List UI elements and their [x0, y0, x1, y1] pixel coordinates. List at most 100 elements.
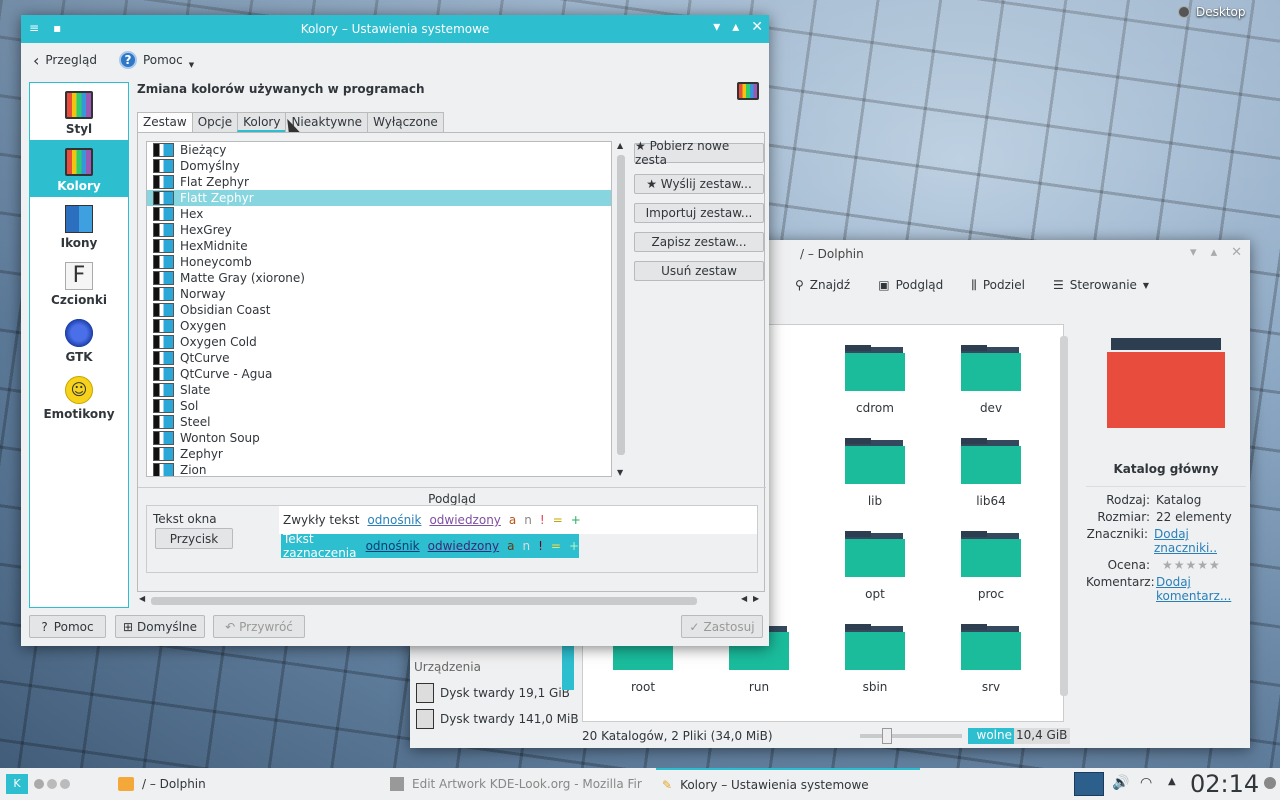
device-item[interactable]: Dysk twardy 141,0 MiB	[410, 706, 580, 732]
preview-button[interactable]: Przycisk	[155, 528, 233, 549]
scheme-list-item[interactable]: Zion	[147, 462, 611, 476]
scheme-list-item[interactable]: Wonton Soup	[147, 430, 611, 446]
scheme-list-item[interactable]: HexGrey	[147, 222, 611, 238]
sidebar-item-icons[interactable]: Ikony	[30, 197, 128, 254]
preview-button[interactable]: ▣ Podgląd	[878, 278, 943, 292]
scheme-list-item[interactable]: Steel	[147, 414, 611, 430]
device-item[interactable]: Dysk twardy 19,1 GiB	[410, 680, 580, 706]
task-dolphin[interactable]: / – Dolphin	[118, 768, 206, 800]
sidebar-item-gtk[interactable]: GTK	[30, 311, 128, 368]
sidebar-item-fonts[interactable]: F Czcionki	[30, 254, 128, 311]
maximize-icon[interactable]: ▴	[1211, 245, 1218, 260]
scheme-list[interactable]: Bieżący Domyślny Flat Zephyr Flatt Zephyr He…	[146, 141, 612, 477]
get-new-schemes-button[interactable]: ★ Pobierz nowe zesta	[634, 139, 764, 167]
folder-icon[interactable]	[845, 438, 905, 484]
remove-scheme-button[interactable]: Usuń zestaw	[634, 261, 764, 281]
overview-button[interactable]: ‹ Przegląd	[33, 51, 97, 70]
help-menu-button[interactable]: ? Pomoc ▼	[118, 51, 194, 69]
folder-name[interactable]: run	[709, 680, 809, 694]
folder-name[interactable]: root	[593, 680, 693, 694]
clock[interactable]: 02:14	[1190, 770, 1259, 798]
defaults-button[interactable]: ⊞ Domyślne	[115, 615, 205, 638]
pager[interactable]	[34, 779, 70, 789]
reset-button[interactable]: ↶ Przywróć	[213, 615, 305, 638]
scheme-list-item[interactable]: QtCurve - Agua	[147, 366, 611, 382]
folder-icon[interactable]	[961, 345, 1021, 391]
desktop-label[interactable]: Desktop	[1178, 5, 1246, 19]
folder-icon[interactable]	[845, 345, 905, 391]
show-desktop-icon[interactable]	[1074, 772, 1104, 796]
scroll-left-icon[interactable]: ◀	[741, 594, 747, 603]
h-scrollbar-thumb[interactable]	[151, 597, 697, 605]
scheme-list-item[interactable]: Obsidian Coast	[147, 302, 611, 318]
help-button[interactable]: ? Pomoc	[29, 615, 106, 638]
folder-name[interactable]: srv	[941, 680, 1041, 694]
scheme-list-item[interactable]: Norway	[147, 286, 611, 302]
split-button[interactable]: ⫼ Podziel	[971, 278, 1025, 293]
save-scheme-button[interactable]: Zapisz zestaw...	[634, 232, 764, 252]
zoom-slider[interactable]	[860, 728, 962, 744]
folder-name[interactable]: sbin	[825, 680, 925, 694]
folder-icon[interactable]	[845, 531, 905, 577]
scheme-list-item[interactable]: Honeycomb	[147, 254, 611, 270]
scheme-list-item[interactable]: Flatt Zephyr	[147, 190, 611, 206]
folder-icon[interactable]	[961, 624, 1021, 670]
scheme-list-item[interactable]: Hex	[147, 206, 611, 222]
control-button[interactable]: ☰ Sterowanie ▼	[1053, 278, 1149, 292]
preview-visited[interactable]: odwiedzony	[429, 513, 500, 527]
sidebar-item-colors[interactable]: Kolory	[30, 140, 128, 197]
task-settings[interactable]: ✎ Kolory – Ustawienia systemowe	[656, 768, 920, 800]
volume-icon[interactable]: 🔊	[1112, 775, 1129, 791]
folder-name[interactable]: dev	[941, 401, 1041, 415]
window-menu-icon[interactable]: ≡	[29, 21, 39, 35]
rating-stars[interactable]: ★★★★★	[1162, 558, 1221, 572]
folder-name[interactable]: proc	[941, 587, 1041, 601]
application-launcher-icon[interactable]: K	[6, 774, 28, 794]
tab-options[interactable]: Opcje	[191, 112, 239, 132]
preview-link[interactable]: odnośnik	[367, 513, 421, 527]
minimize-icon[interactable]: ▾	[713, 19, 720, 35]
sidebar-item-style[interactable]: Styl	[30, 83, 128, 140]
find-button[interactable]: ⚲ Znajdź	[795, 278, 850, 292]
minimize-icon[interactable]: ▾	[1190, 245, 1197, 260]
tab-colors[interactable]: Kolory	[237, 112, 287, 132]
close-icon[interactable]: ✕	[751, 19, 763, 35]
scheme-list-item[interactable]: Flat Zephyr	[147, 174, 611, 190]
apply-button[interactable]: ✓ Zastosuj	[681, 615, 763, 638]
folder-icon[interactable]	[961, 438, 1021, 484]
sidebar-item-emoticons[interactable]: ☺ Emotikony	[30, 368, 128, 425]
scrollbar-thumb[interactable]	[617, 155, 625, 455]
scheme-list-item[interactable]: Matte Gray (xiorone)	[147, 270, 611, 286]
scheme-list-item[interactable]: Slate	[147, 382, 611, 398]
folder-icon[interactable]	[961, 531, 1021, 577]
scroll-left-icon[interactable]: ◀	[139, 594, 145, 603]
scheme-list-item[interactable]: Sol	[147, 398, 611, 414]
tray-expand-icon[interactable]: ▲	[1168, 776, 1176, 787]
folder-name[interactable]: opt	[825, 587, 925, 601]
upload-scheme-button[interactable]: ★ Wyślij zestaw...	[634, 174, 764, 194]
content-h-scrollbar[interactable]: ◀ ◀ ▶	[137, 594, 765, 608]
scheme-list-item[interactable]: Domyślny	[147, 158, 611, 174]
wifi-icon[interactable]: ◠	[1140, 775, 1152, 791]
maximize-icon[interactable]: ▴	[732, 19, 739, 35]
scroll-down-icon[interactable]: ▼	[617, 468, 623, 477]
folder-icon[interactable]	[845, 624, 905, 670]
folder-name[interactable]: lib	[825, 494, 925, 508]
close-icon[interactable]: ✕	[1231, 245, 1242, 260]
import-scheme-button[interactable]: Importuj zestaw...	[634, 203, 764, 223]
folder-view-scrollbar[interactable]	[1060, 336, 1068, 696]
scroll-right-icon[interactable]: ▶	[753, 594, 759, 603]
scheme-list-item[interactable]: Oxygen Cold	[147, 334, 611, 350]
folder-name[interactable]: lib64	[941, 494, 1041, 508]
tab-scheme[interactable]: Zestaw	[137, 112, 193, 132]
scheme-list-item[interactable]: Bieżący	[147, 142, 611, 158]
task-firefox[interactable]: Edit Artwork KDE-Look.org - Mozilla Fire…	[390, 768, 642, 800]
scheme-list-scrollbar[interactable]: ▲ ▼	[614, 141, 628, 477]
scheme-list-item[interactable]: Oxygen	[147, 318, 611, 334]
tab-disabled[interactable]: Wyłączone	[367, 112, 444, 132]
folder-name[interactable]: cdrom	[825, 401, 925, 415]
scheme-list-item[interactable]: Zephyr	[147, 446, 611, 462]
settings-titlebar[interactable]: ≡ ▪ Kolory – Ustawienia systemowe ▾ ▴ ✕	[21, 15, 769, 43]
pin-icon[interactable]: ▪	[53, 21, 61, 35]
scheme-list-item[interactable]: QtCurve	[147, 350, 611, 366]
